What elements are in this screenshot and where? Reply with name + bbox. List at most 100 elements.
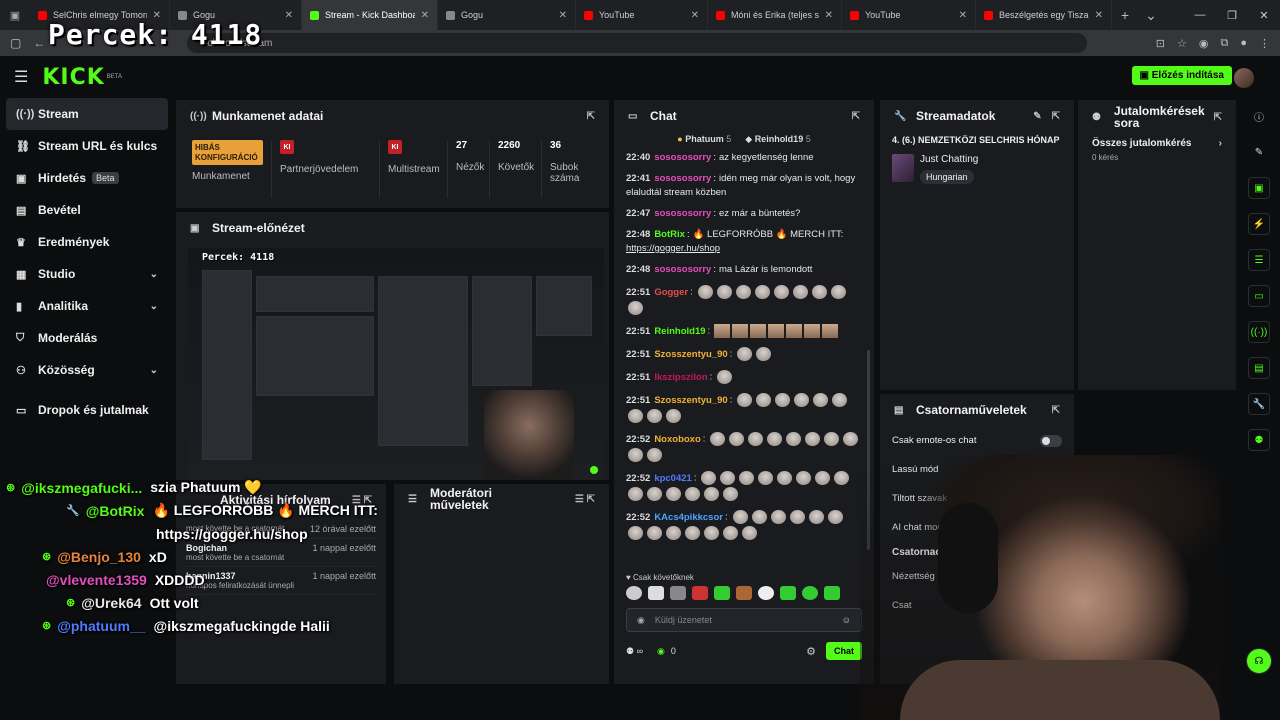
tab-close-icon[interactable]: ✕ <box>559 10 567 21</box>
pinned-user[interactable]: ◆ Reinhold19 5 <box>745 134 810 145</box>
message-user[interactable]: sosososorry <box>654 208 711 219</box>
extensions-icon[interactable]: ⧉ <box>1220 37 1228 50</box>
tab-close-icon[interactable]: ✕ <box>691 10 699 21</box>
message-user[interactable]: Reinhold19 <box>654 326 705 337</box>
stream-preview[interactable]: Percek: 4118 <box>188 248 604 480</box>
user-badge-icon: ⊛ <box>42 551 52 563</box>
emote-icon[interactable] <box>736 586 752 600</box>
popout-icon[interactable]: ⇱ <box>852 111 860 122</box>
chevron-down-icon[interactable]: ⌄ <box>150 269 158 280</box>
bookmark-star-icon[interactable]: ☆ <box>1177 37 1187 50</box>
emote-only-toggle[interactable] <box>1040 434 1062 447</box>
tab-close-icon[interactable]: ✕ <box>421 10 429 21</box>
message-user[interactable]: kpc0421 <box>654 473 692 484</box>
emote-icon[interactable] <box>692 586 708 600</box>
kick-logo[interactable]: KICK <box>42 65 104 90</box>
back-icon[interactable]: ← <box>33 36 45 50</box>
sidebar-item-revenue[interactable]: ▤ Bevétel <box>6 194 168 226</box>
close-window-icon[interactable]: ✕ <box>1248 9 1280 22</box>
lightning-icon[interactable]: ⚡ <box>1248 213 1270 235</box>
message-user[interactable]: Gogger <box>654 287 688 298</box>
message-user[interactable]: Ikszipszilon <box>654 372 707 383</box>
window-menu-icon[interactable]: ▣ <box>0 0 30 30</box>
popout-icon[interactable]: ⇱ <box>587 111 595 122</box>
sidebar-item-drops[interactable]: ▭ Dropok és jutalmak <box>6 394 168 426</box>
sidebar-item-stream[interactable]: ((·)) Stream <box>6 98 168 130</box>
tab-close-icon[interactable]: ✕ <box>285 10 293 21</box>
channel-op-row[interactable]: Csak emote-os chat <box>880 426 1074 455</box>
account-icon[interactable]: ◉ <box>1199 37 1209 50</box>
message-user[interactable]: Noxoboxo <box>654 434 700 445</box>
emote-icon[interactable] <box>802 586 818 600</box>
session-icon[interactable]: ▣ <box>1248 177 1270 199</box>
edit-icon[interactable]: ✎ <box>1033 111 1041 122</box>
wrench-icon[interactable]: 🔧 <box>1248 393 1270 415</box>
settings-gear-icon[interactable]: ⚙ <box>806 645 816 658</box>
sidebar-toggle-icon[interactable]: ▢ <box>10 36 21 50</box>
message-user[interactable]: sosososorry <box>654 152 711 163</box>
sidebar-item-studio[interactable]: ▦ Studio ⌄ <box>6 258 168 290</box>
emote-icon[interactable] <box>824 586 840 600</box>
reward-icon[interactable]: ⚉ <box>1248 429 1270 451</box>
browser-tab[interactable]: Gogu ✕ <box>438 0 576 30</box>
message-user[interactable]: sosososorry <box>654 173 711 184</box>
send-chat-button[interactable]: Chat <box>826 642 862 660</box>
sidebar-item-analytics[interactable]: ▮ Analitika ⌄ <box>6 290 168 322</box>
tools-icon[interactable]: ▤ <box>1248 357 1270 379</box>
browser-tab[interactable]: Móni és Erika (teljes soroza ✕ <box>708 0 842 30</box>
emote-icon[interactable] <box>780 586 796 600</box>
tab-list-icon[interactable]: ⌄ <box>1138 7 1164 24</box>
popout-icon[interactable]: ⇱ <box>1052 111 1060 122</box>
overlay-chat-line: 🔧 @BotRix 🔥 LEGFORRÓBB 🔥 MERCH ITT: <box>6 499 386 522</box>
chat-input[interactable]: ◉ Küldj üzenetet ☺ <box>626 608 862 632</box>
url-field[interactable]: ck.com/stream <box>187 33 1088 53</box>
message-user[interactable]: Szosszentyu_90 <box>654 395 727 406</box>
browser-tab[interactable]: YouTube ✕ <box>842 0 976 30</box>
message-user[interactable]: KAcs4pikkcsor <box>654 512 723 523</box>
emoji-icon[interactable]: ☺ <box>842 615 851 625</box>
points-icon[interactable]: ⚉ ∞ <box>626 646 643 657</box>
chevron-down-icon[interactable]: ⌄ <box>150 365 158 376</box>
sidebar-item-ads[interactable]: ▣ Hirdetés Beta <box>6 162 168 194</box>
sidebar-item-results[interactable]: ♛ Eredmények <box>6 226 168 258</box>
list-icon[interactable]: ☰ <box>1248 249 1270 271</box>
profile-icon[interactable]: ● <box>1240 37 1247 50</box>
browser-tab[interactable]: YouTube ✕ <box>576 0 708 30</box>
hamburger-icon[interactable]: ☰ <box>14 67 28 87</box>
chat-icon[interactable]: ▭ <box>1248 285 1270 307</box>
install-icon[interactable]: ⊡ <box>1156 37 1165 50</box>
emote-icon[interactable] <box>670 586 686 600</box>
pinned-user[interactable]: ● Phatuum 5 <box>677 134 731 145</box>
popout-icon[interactable]: ⇱ <box>1052 405 1060 416</box>
sidebar-item-moderation[interactable]: ⛉ Moderálás <box>6 322 168 354</box>
minimize-icon[interactable]: — <box>1184 9 1216 22</box>
tab-close-icon[interactable]: ✕ <box>1095 10 1103 21</box>
popout-icon[interactable]: ☰ ⇱ <box>575 494 595 505</box>
emote-icon[interactable] <box>648 586 664 600</box>
tab-close-icon[interactable]: ✕ <box>959 10 967 21</box>
popout-icon[interactable]: ⇱ <box>1214 112 1222 123</box>
browser-tab[interactable]: Beszélgetés egy Tisza szim ✕ <box>976 0 1112 30</box>
help-icon[interactable]: ☊ <box>1246 648 1272 674</box>
emote-icon[interactable] <box>714 586 730 600</box>
message-link[interactable]: https://gogger.hu/shop <box>626 243 720 254</box>
emote-icon[interactable] <box>758 586 774 600</box>
pen-icon[interactable]: ✎ <box>1248 141 1270 163</box>
maximize-icon[interactable]: ❐ <box>1216 9 1248 22</box>
start-preview-button[interactable]: ▣ Előzés indítása <box>1131 66 1232 85</box>
chevron-down-icon[interactable]: ⌄ <box>150 301 158 312</box>
message-user[interactable]: Szosszentyu_90 <box>654 349 727 360</box>
tab-close-icon[interactable]: ✕ <box>825 10 833 21</box>
browser-menu-icon[interactable]: ⋮ <box>1259 37 1270 50</box>
browser-tab[interactable]: Stream - Kick Dashboard ✕ <box>302 0 438 30</box>
sidebar-item-community[interactable]: ⚇ Közösség ⌄ <box>6 354 168 386</box>
emote-icon[interactable] <box>626 586 642 600</box>
message-user[interactable]: BotRix <box>654 229 685 240</box>
message-user[interactable]: sosososorry <box>654 264 711 275</box>
info-icon[interactable]: ⓘ <box>1248 105 1270 127</box>
new-tab-button[interactable]: + <box>1112 7 1138 23</box>
avatar[interactable] <box>1234 68 1254 88</box>
sidebar-item-stream-url[interactable]: ⛓ Stream URL és kulcs <box>6 130 168 162</box>
broadcast-icon[interactable]: ((·)) <box>1248 321 1270 343</box>
all-rewards-link[interactable]: Összes jutalomkérés › <box>1078 134 1236 153</box>
